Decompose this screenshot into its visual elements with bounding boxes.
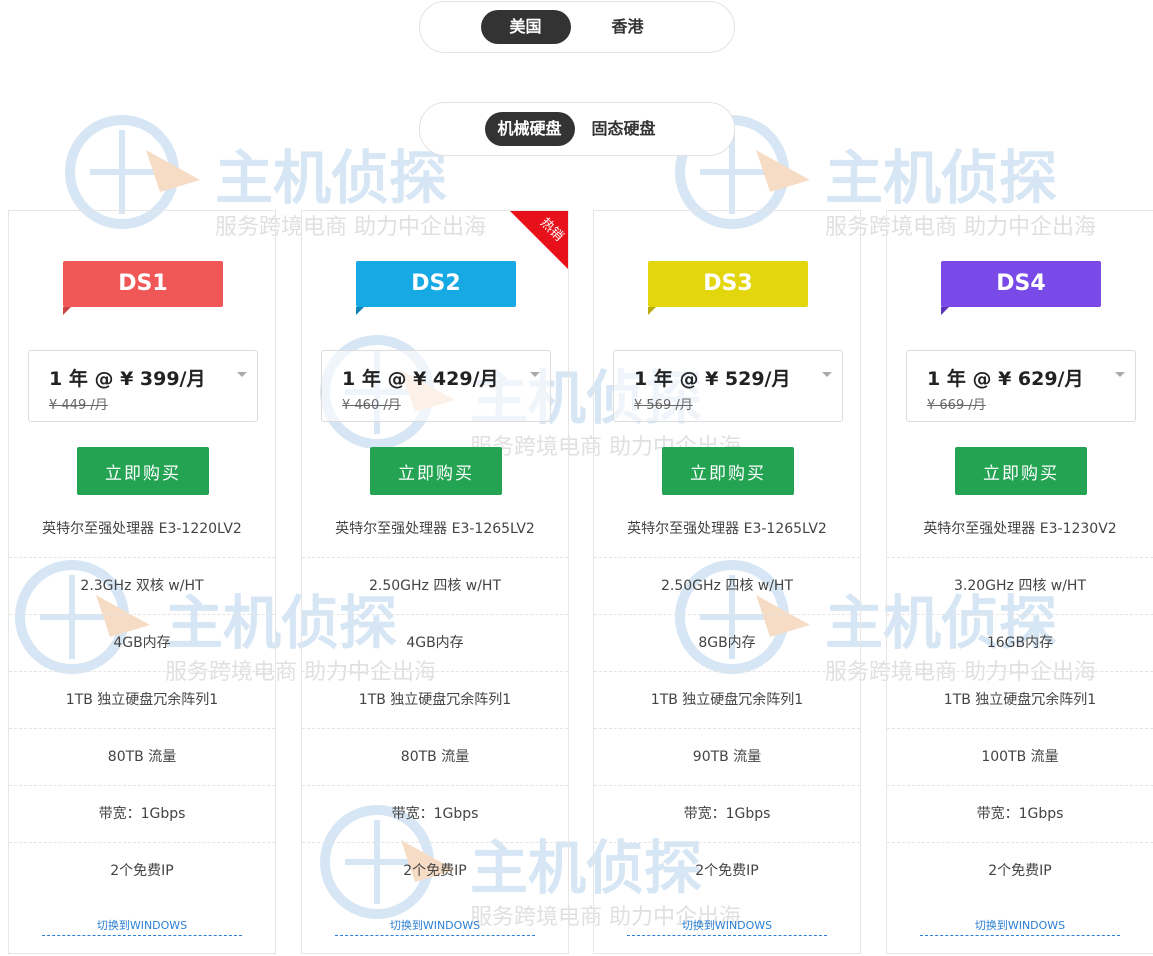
spec-bandwidth: 带宽：1Gbps <box>9 786 275 843</box>
spec-traffic: 100TB 流量 <box>887 729 1153 786</box>
switch-windows-link[interactable]: 切换到WINDOWS <box>42 917 242 936</box>
price-current: 1 年 @ ¥ 429/月 <box>342 368 499 390</box>
price-select[interactable]: 1 年 @ ¥ 399/月 ¥ 449 /月 <box>28 350 258 422</box>
spec-bandwidth: 带宽：1Gbps <box>302 786 568 843</box>
region-tab-hk[interactable]: 香港 <box>583 10 673 44</box>
region-tab-us[interactable]: 美国 <box>480 10 571 44</box>
region-toggle: 美国 香港 <box>418 1 735 53</box>
plan-card-ds2: 热销 DS2 1 年 @ ¥ 429/月 ¥ 460 /月 立即购买 英特尔至强… <box>301 210 569 954</box>
spec-cpu: 英特尔至强处理器 E3-1265LV2 <box>594 501 860 558</box>
spec-traffic: 80TB 流量 <box>302 729 568 786</box>
spec-traffic: 80TB 流量 <box>9 729 275 786</box>
chevron-down-icon <box>530 372 540 377</box>
plan-card-ds1: DS1 1 年 @ ¥ 399/月 ¥ 449 /月 立即购买 英特尔至强处理器… <box>8 210 276 954</box>
spec-list: 英特尔至强处理器 E3-1220LV2 2.3GHz 双核 w/HT 4GB内存… <box>9 501 275 900</box>
spec-cpu: 英特尔至强处理器 E3-1265LV2 <box>302 501 568 558</box>
chevron-down-icon <box>822 372 832 377</box>
spec-ip: 2个免费IP <box>988 863 1052 879</box>
spec-list: 英特尔至强处理器 E3-1265LV2 2.50GHz 四核 w/HT 8GB内… <box>594 501 860 900</box>
buy-now-button[interactable]: 立即购买 <box>77 447 209 495</box>
spec-cores: 2.50GHz 四核 w/HT <box>594 558 860 615</box>
price-original: ¥ 449 /月 <box>49 398 108 413</box>
hot-badge: 热销 <box>510 211 568 269</box>
plan-card-ds3: DS3 1 年 @ ¥ 529/月 ¥ 569 /月 立即购买 英特尔至强处理器… <box>593 210 861 954</box>
switch-windows-link[interactable]: 切换到WINDOWS <box>920 917 1120 936</box>
disk-toggle: 机械硬盘 固态硬盘 <box>418 102 735 156</box>
plan-name-ribbon: DS2 <box>356 261 516 315</box>
switch-windows-link[interactable]: 切换到WINDOWS <box>627 917 827 936</box>
spec-bandwidth: 带宽：1Gbps <box>887 786 1153 843</box>
spec-memory: 4GB内存 <box>302 615 568 672</box>
spec-cores: 2.3GHz 双核 w/HT <box>9 558 275 615</box>
spec-memory: 8GB内存 <box>594 615 860 672</box>
spec-disk: 1TB 独立硬盘冗余阵列1 <box>887 672 1153 729</box>
price-original: ¥ 569 /月 <box>634 398 693 413</box>
disk-tab-hdd[interactable]: 机械硬盘 <box>484 112 575 146</box>
plan-name-ribbon: DS4 <box>941 261 1101 315</box>
spec-cpu: 英特尔至强处理器 E3-1220LV2 <box>9 501 275 558</box>
buy-now-button[interactable]: 立即购买 <box>370 447 502 495</box>
spec-bandwidth: 带宽：1Gbps <box>594 786 860 843</box>
spec-ip: 2个免费IP <box>110 863 174 879</box>
price-original: ¥ 460 /月 <box>342 398 401 413</box>
watermark-main-text: 主机侦探 <box>825 144 1057 212</box>
spec-cores: 3.20GHz 四核 w/HT <box>887 558 1153 615</box>
spec-ip: 2个免费IP <box>403 863 467 879</box>
spec-memory: 4GB内存 <box>9 615 275 672</box>
spec-memory: 16GB内存 <box>887 615 1153 672</box>
spec-cores: 2.50GHz 四核 w/HT <box>302 558 568 615</box>
spec-list: 英特尔至强处理器 E3-1230V2 3.20GHz 四核 w/HT 16GB内… <box>887 501 1153 900</box>
switch-windows-link[interactable]: 切换到WINDOWS <box>335 917 535 936</box>
price-current: 1 年 @ ¥ 529/月 <box>634 368 791 390</box>
spec-cpu: 英特尔至强处理器 E3-1230V2 <box>887 501 1153 558</box>
spec-disk: 1TB 独立硬盘冗余阵列1 <box>9 672 275 729</box>
plan-name-ribbon: DS3 <box>648 261 808 315</box>
buy-now-button[interactable]: 立即购买 <box>955 447 1087 495</box>
watermark-main-text: 主机侦探 <box>215 144 447 212</box>
spec-disk: 1TB 独立硬盘冗余阵列1 <box>594 672 860 729</box>
spec-traffic: 90TB 流量 <box>594 729 860 786</box>
spec-ip: 2个免费IP <box>695 863 759 879</box>
plan-card-ds4: DS4 1 年 @ ¥ 629/月 ¥ 669 /月 立即购买 英特尔至强处理器… <box>886 210 1153 954</box>
price-current: 1 年 @ ¥ 399/月 <box>49 368 206 390</box>
price-select[interactable]: 1 年 @ ¥ 529/月 ¥ 569 /月 <box>613 350 843 422</box>
disk-tab-ssd[interactable]: 固态硬盘 <box>579 112 669 146</box>
price-select[interactable]: 1 年 @ ¥ 429/月 ¥ 460 /月 <box>321 350 551 422</box>
chevron-down-icon <box>1115 372 1125 377</box>
spec-list: 英特尔至强处理器 E3-1265LV2 2.50GHz 四核 w/HT 4GB内… <box>302 501 568 900</box>
buy-now-button[interactable]: 立即购买 <box>662 447 794 495</box>
price-current: 1 年 @ ¥ 629/月 <box>927 368 1084 390</box>
price-select[interactable]: 1 年 @ ¥ 629/月 ¥ 669 /月 <box>906 350 1136 422</box>
price-original: ¥ 669 /月 <box>927 398 986 413</box>
chevron-down-icon <box>237 372 247 377</box>
plan-name-ribbon: DS1 <box>63 261 223 315</box>
spec-disk: 1TB 独立硬盘冗余阵列1 <box>302 672 568 729</box>
